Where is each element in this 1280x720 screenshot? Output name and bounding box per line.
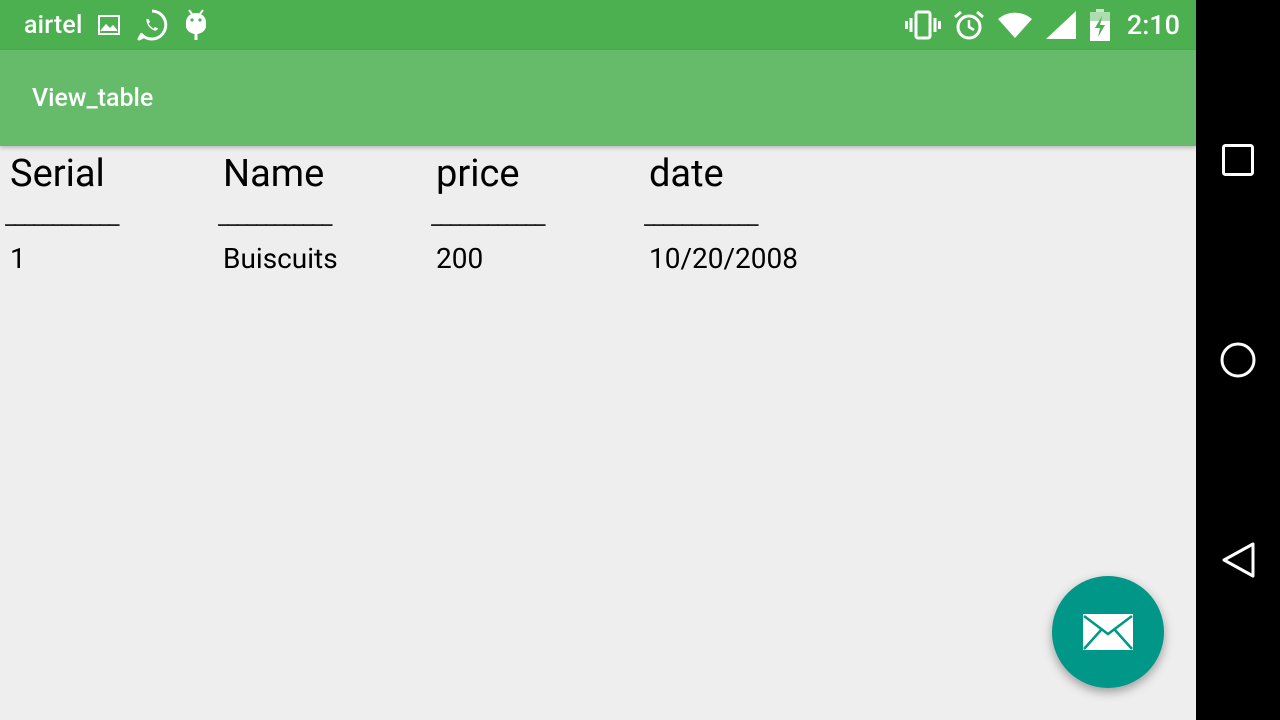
app-bar: View_table [0, 50, 1196, 146]
app-screen: airtel 2:10 View_table Serial Name price… [0, 0, 1196, 720]
cell-date: 10/20/2008 [649, 242, 798, 275]
cell-serial: 1 [10, 242, 26, 275]
column-header-serial: Serial [10, 152, 105, 196]
carrier-name: airtel [24, 10, 83, 40]
column-header-price: price [436, 152, 520, 196]
column-separator: ____________ [644, 202, 759, 230]
home-icon [1219, 341, 1257, 379]
cell-name: Buiscuits [223, 242, 338, 275]
whatsapp-icon [135, 8, 169, 42]
navigation-bar [1196, 0, 1280, 720]
wifi-icon [997, 11, 1033, 39]
home-button[interactable] [1196, 318, 1280, 402]
image-icon [97, 13, 121, 37]
email-fab-button[interactable] [1052, 576, 1164, 688]
status-right-group: 2:10 [904, 0, 1180, 50]
vibrate-icon [904, 10, 941, 40]
column-header-name: Name [223, 152, 325, 196]
column-separator: ____________ [431, 202, 546, 230]
back-icon [1220, 541, 1256, 579]
page-title: View_table [32, 84, 154, 113]
status-time: 2:10 [1126, 9, 1180, 41]
status-bar: airtel 2:10 [0, 0, 1196, 50]
signal-icon [1045, 10, 1077, 40]
email-icon [1082, 613, 1134, 651]
battery-charging-icon [1089, 9, 1111, 41]
recents-button[interactable] [1196, 118, 1280, 202]
column-separator: ____________ [5, 202, 120, 230]
column-separator: ____________ [218, 202, 333, 230]
alarm-icon [953, 9, 985, 41]
android-debug-icon [183, 8, 209, 42]
recents-icon [1221, 143, 1255, 177]
column-header-date: date [649, 152, 724, 196]
cell-price: 200 [436, 242, 484, 275]
status-left-group: airtel [24, 0, 209, 50]
back-button[interactable] [1196, 518, 1280, 602]
